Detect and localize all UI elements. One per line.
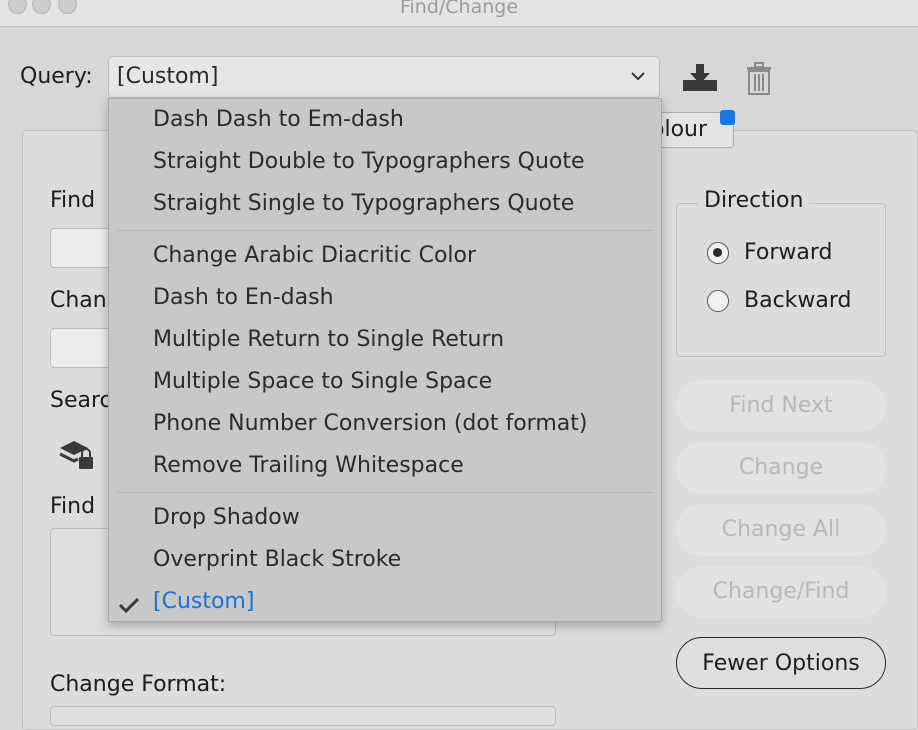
window-title: Find/Change <box>399 0 519 18</box>
change-find-button[interactable]: Change/Find <box>676 566 886 618</box>
menu-item[interactable]: Dash to En-dash <box>153 285 334 310</box>
tab-indicator-badge <box>720 110 735 125</box>
save-query-icon[interactable] <box>682 62 718 94</box>
menu-item-custom[interactable]: [Custom] <box>153 589 254 614</box>
query-value: [Custom] <box>117 64 219 89</box>
change-all-button[interactable]: Change All <box>676 504 886 556</box>
menu-item[interactable]: Phone Number Conversion (dot format) <box>153 411 587 436</box>
menu-item[interactable]: Overprint Black Stroke <box>153 547 401 572</box>
checkmark-icon <box>118 597 140 614</box>
query-menu: Dash Dash to Em-dash Straight Double to … <box>108 98 662 622</box>
menu-item[interactable]: Drop Shadow <box>153 505 300 530</box>
find-format-label: Find <box>50 494 96 519</box>
menu-item[interactable]: Remove Trailing Whitespace <box>153 453 464 478</box>
menu-separator <box>117 492 653 493</box>
find-next-button[interactable]: Find Next <box>676 380 886 432</box>
direction-title: Direction <box>698 188 810 213</box>
backward-label: Backward <box>744 288 852 313</box>
title-bar: Find/Change <box>0 0 918 27</box>
trash-icon[interactable] <box>745 62 773 96</box>
forward-label: Forward <box>744 240 833 265</box>
search-label: Searc <box>50 388 112 413</box>
menu-separator <box>117 230 653 231</box>
change-format-label: Change Format: <box>50 672 227 697</box>
menu-item[interactable]: Multiple Space to Single Space <box>153 369 492 394</box>
change-button[interactable]: Change <box>676 442 886 494</box>
menu-item[interactable]: Straight Single to Typographers Quote <box>153 191 574 216</box>
query-select[interactable]: [Custom] <box>108 56 660 98</box>
menu-item[interactable]: Change Arabic Diacritic Color <box>153 243 476 268</box>
menu-item[interactable]: Straight Double to Typographers Quote <box>153 149 585 174</box>
direction-group <box>676 203 886 357</box>
search-scope-icon[interactable] <box>58 438 96 472</box>
query-label: Query: <box>20 64 93 89</box>
menu-item[interactable]: Multiple Return to Single Return <box>153 327 504 352</box>
menu-item[interactable]: Dash Dash to Em-dash <box>153 107 404 132</box>
find-what-label: Find <box>50 188 96 213</box>
change-to-label: Chan <box>50 288 107 313</box>
fewer-options-button[interactable]: Fewer Options <box>676 637 886 689</box>
forward-radio[interactable] <box>707 242 729 264</box>
change-format-box[interactable] <box>50 706 556 726</box>
backward-radio[interactable] <box>707 290 729 312</box>
chevron-down-icon <box>631 72 645 81</box>
